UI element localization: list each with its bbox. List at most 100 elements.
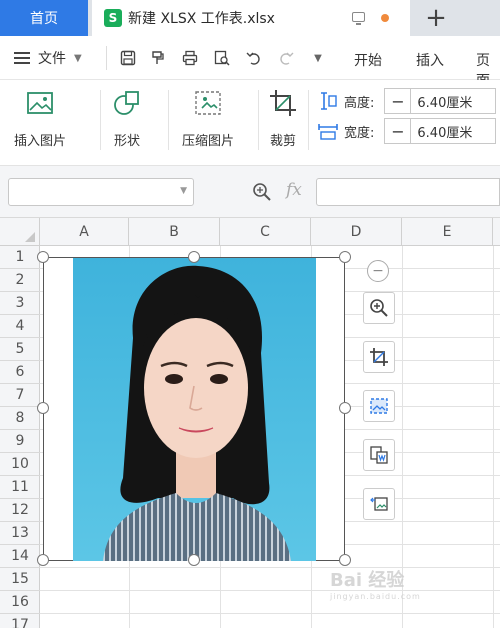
formula-bar: ▼ fx — [0, 166, 500, 218]
tab-home[interactable]: 首页 — [0, 0, 88, 36]
tab-start[interactable]: 开始 — [354, 50, 382, 70]
column-header-bar: A B C D E — [0, 218, 500, 246]
row-header-bar: 1 2 3 4 5 6 7 8 9 10 11 12 13 14 15 16 1… — [0, 246, 40, 628]
divider — [258, 90, 259, 150]
row-header[interactable]: 14 — [0, 545, 40, 568]
image-icon — [27, 92, 53, 114]
menu-icon — [14, 52, 30, 64]
height-row: 高度: − 6.40厘米 — [318, 88, 497, 114]
column-header-a[interactable]: A — [40, 218, 129, 246]
resize-handle[interactable] — [339, 251, 351, 263]
row-header[interactable]: 11 — [0, 476, 40, 499]
height-value: 6.40厘米 — [417, 95, 473, 111]
shape-icon — [114, 91, 139, 115]
height-icon — [321, 92, 337, 110]
status-dot-icon — [381, 14, 389, 22]
print-icon[interactable] — [180, 48, 200, 68]
row-header[interactable]: 2 — [0, 269, 40, 292]
fx-icon[interactable]: fx — [286, 180, 302, 200]
save-icon[interactable] — [118, 48, 138, 68]
column-header-e[interactable]: E — [402, 218, 493, 246]
height-field[interactable]: − 6.40厘米 — [384, 88, 497, 114]
selected-picture[interactable] — [43, 257, 345, 561]
formula-input[interactable] — [316, 178, 500, 206]
divider — [106, 46, 107, 70]
resize-handle[interactable] — [37, 251, 49, 263]
watermark-subtext: jingyan.baidu.com — [330, 592, 421, 601]
insert-picture-label: 插入图片 — [14, 134, 67, 149]
picture-convert-icon[interactable] — [363, 488, 395, 520]
new-tab-button[interactable]: + — [416, 0, 456, 36]
shape-label: 形状 — [113, 134, 140, 149]
row-header[interactable]: 5 — [0, 338, 40, 361]
divider — [308, 90, 309, 150]
row-header[interactable]: 3 — [0, 292, 40, 315]
column-header-b[interactable]: B — [129, 218, 220, 246]
width-value: 6.40厘米 — [417, 125, 473, 141]
compress-picture-button[interactable]: 压缩图片 — [182, 88, 234, 149]
zoom-formula-icon[interactable] — [252, 182, 272, 202]
document-title: 新建 XLSX 工作表.xlsx — [128, 11, 275, 27]
undo-icon[interactable] — [244, 48, 264, 68]
baidu-watermark: Bai 经验 jingyan.baidu.com — [330, 566, 421, 601]
picture-adjust-icon[interactable] — [363, 390, 395, 422]
resize-handle[interactable] — [188, 554, 200, 566]
watermark-text: Bai 经验 — [330, 570, 405, 591]
row-header[interactable]: 7 — [0, 384, 40, 407]
column-header-d[interactable]: D — [311, 218, 402, 246]
print-preview-icon[interactable] — [212, 48, 232, 68]
monitor-icon[interactable] — [352, 12, 365, 25]
portrait-photo — [73, 258, 316, 561]
crop-label: 裁剪 — [269, 134, 296, 149]
tab-bar: 首页 S 新建 XLSX 工作表.xlsx + — [0, 0, 500, 36]
crop-icon — [270, 90, 296, 116]
row-header[interactable]: 13 — [0, 522, 40, 545]
compress-picture-label: 压缩图片 — [182, 134, 235, 149]
resize-handle[interactable] — [339, 554, 351, 566]
row-header[interactable]: 4 — [0, 315, 40, 338]
redo-icon[interactable] — [276, 48, 296, 68]
shape-button[interactable]: 形状 — [112, 88, 142, 149]
width-decrease-button[interactable]: − — [385, 119, 412, 143]
width-field[interactable]: − 6.40厘米 — [384, 118, 497, 144]
row-header[interactable]: 8 — [0, 407, 40, 430]
divider — [168, 90, 169, 150]
height-decrease-button[interactable]: − — [385, 89, 412, 113]
insert-picture-button[interactable]: 插入图片 — [14, 88, 66, 149]
row-header[interactable]: 15 — [0, 568, 40, 591]
divider — [100, 90, 101, 150]
column-header-c[interactable]: C — [220, 218, 311, 246]
file-menu[interactable]: 文件 ▼ — [14, 48, 82, 68]
name-box[interactable]: ▼ — [8, 178, 194, 206]
resize-handle[interactable] — [339, 402, 351, 414]
width-label: 宽度: — [344, 125, 375, 141]
spreadsheet-grid[interactable]: A B C D E 1 2 3 4 5 6 7 8 9 10 11 12 13 … — [0, 218, 500, 628]
row-header[interactable]: 12 — [0, 499, 40, 522]
picture-to-document-icon[interactable] — [363, 439, 395, 471]
menu-bar: 文件 ▼ ▼ 开始 插入 页面 — [0, 36, 500, 89]
row-header[interactable]: 6 — [0, 361, 40, 384]
chevron-down-icon: ▼ — [74, 52, 82, 64]
spreadsheet-icon: S — [104, 9, 122, 27]
file-menu-label: 文件 — [38, 51, 66, 67]
collapse-toolbar-button[interactable]: − — [367, 260, 389, 282]
resize-handle[interactable] — [188, 251, 200, 263]
resize-handle[interactable] — [37, 402, 49, 414]
width-icon — [318, 124, 338, 140]
crop-icon[interactable] — [363, 341, 395, 373]
crop-button[interactable]: 裁剪 — [268, 88, 298, 149]
row-header[interactable]: 17 — [0, 614, 40, 628]
row-header[interactable]: 16 — [0, 591, 40, 614]
chevron-down-icon[interactable]: ▼ — [180, 186, 187, 196]
compress-icon — [195, 91, 221, 115]
format-painter-icon[interactable] — [148, 48, 168, 68]
quick-access-dropdown-icon[interactable]: ▼ — [308, 48, 328, 68]
height-label: 高度: — [344, 95, 375, 111]
row-header[interactable]: 1 — [0, 246, 40, 269]
zoom-in-icon[interactable] — [363, 292, 395, 324]
resize-handle[interactable] — [37, 554, 49, 566]
row-header[interactable]: 9 — [0, 430, 40, 453]
tab-insert[interactable]: 插入 — [416, 50, 444, 70]
select-all-corner[interactable] — [0, 218, 40, 246]
row-header[interactable]: 10 — [0, 453, 40, 476]
